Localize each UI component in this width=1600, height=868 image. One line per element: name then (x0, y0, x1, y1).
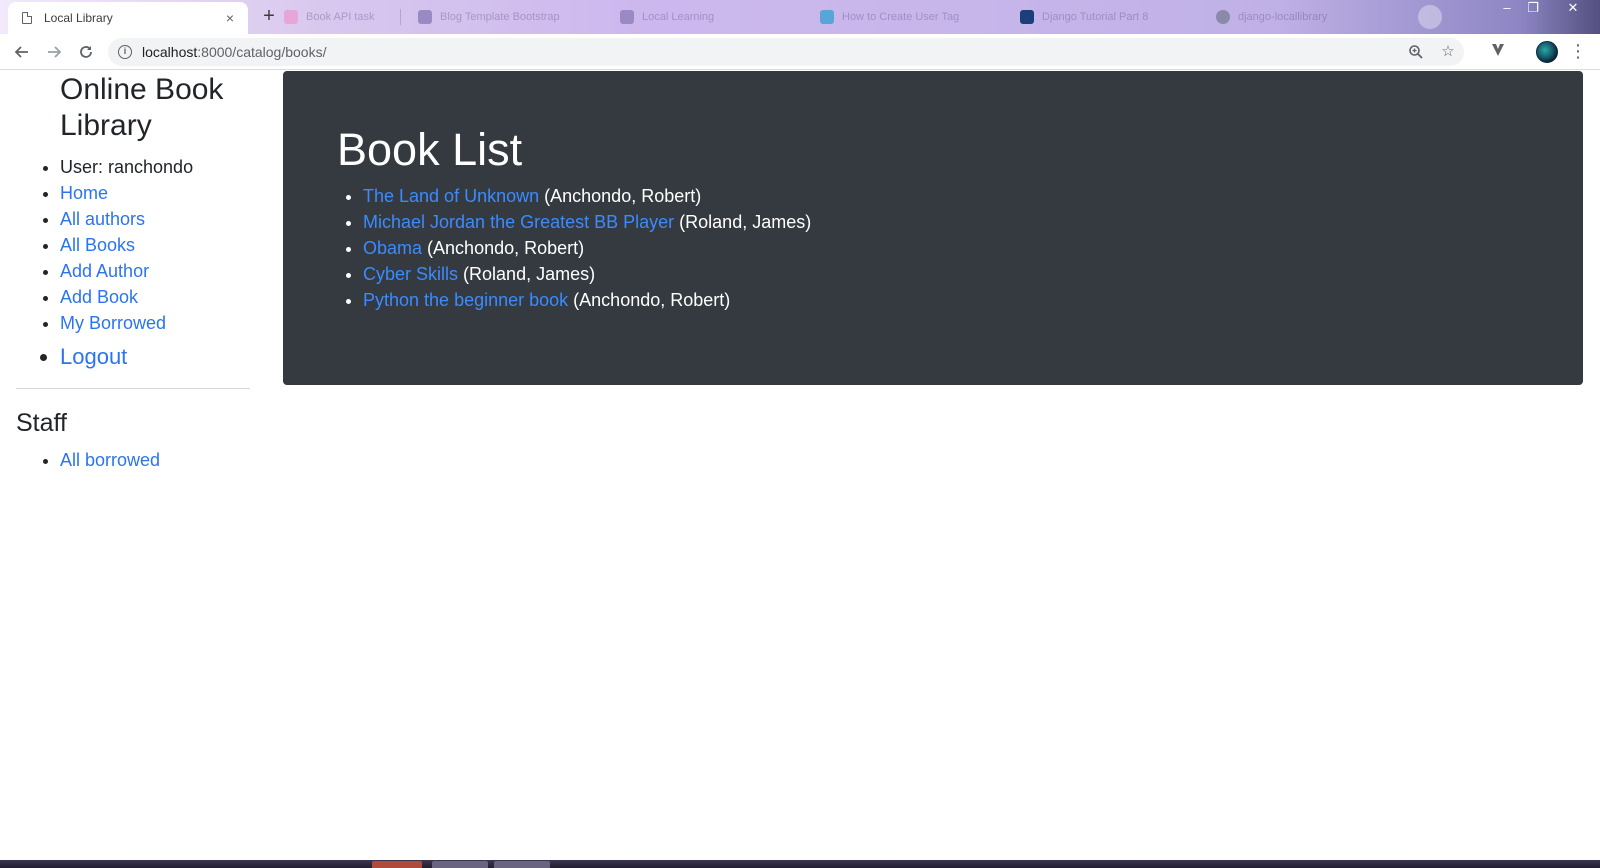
sidebar-link-all-books[interactable]: All Books (60, 235, 135, 255)
background-tab-label: django-locallibrary (1238, 11, 1328, 23)
url-text[interactable]: localhost:8000/catalog/books/ (142, 44, 326, 60)
sidebar-divider (16, 388, 250, 389)
sidebar-item-all-authors: All authors (60, 206, 250, 232)
list-item: Python the beginner book (Anchondo, Robe… (363, 287, 811, 313)
book-author: (Roland, James) (679, 212, 812, 232)
sidebar-link-home[interactable]: Home (60, 183, 108, 203)
list-item: The Land of Unknown (Anchondo, Robert) (363, 183, 811, 209)
book-list: The Land of Unknown (Anchondo, Robert) M… (337, 183, 811, 313)
taskbar-app-icon[interactable] (372, 861, 422, 868)
star-icon[interactable]: ☆ (1438, 42, 1458, 62)
sidebar-item-add-author: Add Author (60, 258, 250, 284)
background-tab[interactable]: Blog Template Bootstrap (418, 6, 598, 28)
sidebar-link-add-book[interactable]: Add Book (60, 287, 138, 307)
sidebar-link-add-author[interactable]: Add Author (60, 261, 149, 281)
sidebar: Online Book Library User: ranchondo Home… (16, 70, 250, 473)
list-item: Michael Jordan the Greatest BB Player (R… (363, 209, 811, 235)
background-tab[interactable]: django-locallibrary (1216, 6, 1406, 28)
background-tab[interactable]: Book API task (284, 6, 396, 28)
staff-heading: Staff (16, 409, 67, 437)
more-vert-icon[interactable]: ⋮ (1568, 40, 1588, 62)
book-author: (Roland, James) (463, 264, 596, 284)
address-bar[interactable]: i localhost:8000/catalog/books/ ☆ (108, 38, 1464, 66)
window-close-icon[interactable]: ✕ (1560, 0, 1586, 18)
new-tab-button[interactable]: + (258, 6, 280, 28)
book-title-link[interactable]: Obama (363, 238, 422, 258)
browser-toolbar: i localhost:8000/catalog/books/ ☆ ⋮ (0, 34, 1600, 70)
avatar[interactable] (1536, 41, 1558, 63)
background-tab-label: How to Create User Tag (842, 11, 960, 23)
tab-favicon-icon (820, 10, 834, 24)
page-title: Book List (337, 124, 523, 175)
book-title-link[interactable]: Michael Jordan the Greatest BB Player (363, 212, 674, 232)
tab-favicon-icon (1020, 10, 1034, 24)
tab-favicon-icon (620, 10, 634, 24)
background-tab-label: Django Tutorial Part 8 (1042, 11, 1149, 23)
book-title-link[interactable]: The Land of Unknown (363, 186, 539, 206)
arrow-right-icon[interactable] (42, 40, 66, 64)
info-icon[interactable]: i (118, 45, 132, 59)
taskbar-app-icon[interactable] (494, 861, 550, 868)
background-tab[interactable]: Django Tutorial Part 8 (1020, 6, 1200, 28)
sidebar-nav: User: ranchondo Home All authors All Boo… (16, 154, 250, 374)
background-tab[interactable]: Local Learning (620, 6, 800, 28)
sidebar-link-my-borrowed[interactable]: My Borrowed (60, 313, 166, 333)
book-author: (Anchondo, Robert) (544, 186, 702, 206)
site-brand: Online Book Library (60, 73, 224, 142)
tab-separator (400, 9, 401, 25)
background-tab-label: Local Learning (642, 11, 715, 23)
sidebar-user: User: ranchondo (60, 154, 250, 180)
book-title-link[interactable]: Python the beginner book (363, 290, 568, 310)
close-icon[interactable]: × (222, 10, 238, 26)
reload-icon[interactable] (74, 40, 98, 64)
restore-icon[interactable]: ❐ (1520, 0, 1546, 18)
sidebar-item-home: Home (60, 180, 250, 206)
book-author: (Anchondo, Robert) (427, 238, 585, 258)
sidebar-item-all-books: All Books (60, 232, 250, 258)
staff-link-all-borrowed[interactable]: All borrowed (60, 450, 160, 470)
sidebar-item-logout: Logout (60, 340, 250, 374)
browser-tabstrip: Local Library × + Book API task Blog Tem… (0, 0, 1600, 34)
page-content: Online Book Library User: ranchondo Home… (0, 70, 1600, 860)
sidebar-link-all-authors[interactable]: All authors (60, 209, 145, 229)
background-tab[interactable]: How to Create User Tag (820, 6, 1000, 28)
browser-profile-icon[interactable] (1418, 5, 1442, 29)
background-tab-label: Blog Template Bootstrap (440, 11, 560, 23)
tab-local-library[interactable]: Local Library × (8, 2, 248, 34)
logout-link[interactable]: Logout (60, 344, 127, 369)
list-item: Cyber Skills (Roland, James) (363, 261, 811, 287)
staff-nav: All borrowed (16, 447, 250, 473)
zoom-icon[interactable] (1406, 42, 1426, 62)
extension-icon[interactable] (1488, 42, 1508, 61)
tab-title: Local Library (44, 11, 113, 25)
minimize-icon[interactable]: – (1494, 0, 1520, 18)
arrow-left-icon[interactable] (10, 40, 34, 64)
background-tab-label: Book API task (306, 11, 375, 23)
sidebar-item-add-book: Add Book (60, 284, 250, 310)
os-taskbar (0, 860, 1600, 868)
staff-item-all-borrowed: All borrowed (60, 447, 250, 473)
tab-favicon-icon (418, 10, 432, 24)
book-title-link[interactable]: Cyber Skills (363, 264, 458, 284)
taskbar-app-icon[interactable] (432, 861, 488, 868)
tab-favicon-icon (284, 10, 298, 24)
book-list-panel: Book List The Land of Unknown (Anchondo,… (283, 71, 1583, 385)
tab-favicon-icon (1216, 10, 1230, 24)
sidebar-item-my-borrowed: My Borrowed (60, 310, 250, 336)
page-icon (22, 12, 32, 24)
book-author: (Anchondo, Robert) (573, 290, 731, 310)
list-item: Obama (Anchondo, Robert) (363, 235, 811, 261)
